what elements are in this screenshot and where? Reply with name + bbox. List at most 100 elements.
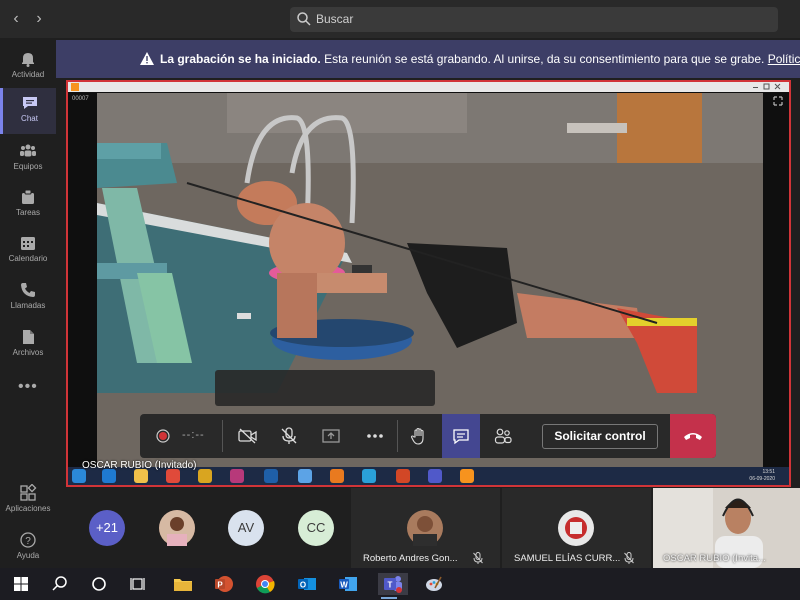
avatar[interactable]: CC: [298, 510, 334, 546]
participant-name: SAMUEL ELÍAS CURR...: [514, 553, 621, 564]
svg-text:P: P: [217, 581, 223, 590]
help-icon: ?: [20, 532, 36, 548]
app-icon: [198, 469, 212, 483]
windows-start-icon[interactable]: [10, 573, 32, 595]
teams-meeting-window: ‹ › Buscar Actividad Chat Equipos Tareas…: [0, 0, 800, 600]
chat-icon: [22, 97, 37, 109]
clock-time: 13:51: [762, 469, 775, 475]
player-icon: [460, 469, 474, 483]
mic-off-icon: [624, 552, 634, 564]
rail-label: Archivos: [12, 348, 44, 357]
search-input[interactable]: Buscar: [290, 7, 778, 32]
rail-item-actividad[interactable]: Actividad: [0, 44, 56, 90]
rail-item-calendario[interactable]: Calendario: [0, 228, 56, 274]
cortana-icon[interactable]: [88, 573, 110, 595]
more-apps-button[interactable]: •••: [18, 378, 38, 396]
teams-icon: [20, 144, 36, 157]
more-participants-button[interactable]: +21: [89, 510, 125, 546]
avatar: [558, 510, 594, 546]
recording-indicator: [144, 414, 182, 458]
rail-label: Ayuda: [16, 551, 40, 560]
participant-name: OSCAR RUBIO (Invita...: [663, 553, 766, 564]
outlook-icon[interactable]: O: [296, 573, 318, 595]
rail-item-llamadas[interactable]: Llamadas: [0, 275, 56, 321]
search-icon: [297, 12, 311, 26]
task-view-icon[interactable]: [128, 573, 150, 595]
word-icon[interactable]: W: [337, 573, 359, 595]
forward-arrow-icon[interactable]: ›: [31, 10, 47, 28]
hang-up-icon: [684, 433, 702, 440]
frame-counter: 00007: [72, 96, 89, 102]
chrome-icon: [166, 469, 180, 483]
participants-strip: +21 AV CC Roberto Andres Gon... SAMUEL E…: [56, 488, 800, 568]
rail-label: Calendario: [8, 254, 48, 263]
avatar[interactable]: [159, 510, 195, 546]
mic-off-icon: [473, 552, 483, 564]
search-placeholder: Buscar: [316, 12, 354, 26]
chat-toggle-button[interactable]: [442, 414, 480, 458]
rail-item-aplicaciones[interactable]: Aplicaciones: [0, 478, 56, 524]
rail-label: Equipos: [13, 162, 43, 171]
warning-icon: [140, 52, 154, 65]
more-icon: [367, 434, 383, 438]
shared-clock: 13:51 06-09-2020: [749, 469, 775, 483]
phone-icon: [21, 283, 35, 297]
folder-icon: [134, 469, 148, 483]
calendar-icon: [21, 237, 35, 250]
rail-label: Tareas: [15, 208, 40, 217]
banner-message: Esta reunión se está grabando. Al unirse…: [324, 52, 765, 66]
participant-tile[interactable]: Roberto Andres Gon...: [351, 488, 500, 568]
powerpoint-icon[interactable]: P: [213, 573, 235, 595]
teams-taskbar-icon: [428, 469, 442, 483]
request-control-button[interactable]: Solicitar control: [542, 424, 658, 449]
privacy-policy-link[interactable]: Política de p: [768, 52, 800, 66]
svg-text:O: O: [300, 581, 306, 590]
camera-button[interactable]: [228, 414, 266, 458]
rail-item-equipos[interactable]: Equipos: [0, 136, 56, 182]
paint-icon[interactable]: [423, 573, 445, 595]
raise-hand-button[interactable]: [400, 414, 438, 458]
teams-taskbar-button[interactable]: T: [378, 573, 408, 599]
rail-item-chat[interactable]: Chat: [0, 88, 56, 134]
rail-item-archivos[interactable]: Archivos: [0, 322, 56, 368]
file-explorer-icon[interactable]: [172, 573, 194, 595]
shared-window-titlebar: [68, 82, 789, 92]
back-arrow-icon[interactable]: ‹: [8, 10, 24, 28]
search-icon[interactable]: [49, 573, 71, 595]
ie-icon: [102, 469, 116, 483]
exercise-video: [97, 93, 763, 467]
expand-icon[interactable]: [773, 96, 783, 106]
mic-button[interactable]: [270, 414, 308, 458]
avatar[interactable]: AV: [228, 510, 264, 546]
top-bar: ‹ › Buscar: [0, 0, 800, 38]
recording-banner: La grabación se ha iniciado. Esta reunió…: [56, 40, 800, 78]
active-indicator: [381, 597, 397, 599]
presenter-name: OSCAR RUBIO (Invitado): [82, 460, 197, 471]
participant-tile[interactable]: SAMUEL ELÍAS CURR...: [502, 488, 651, 568]
hang-up-button[interactable]: [670, 414, 716, 458]
participants-button[interactable]: [484, 414, 522, 458]
more-actions-button[interactable]: [356, 414, 394, 458]
rail-item-tareas[interactable]: Tareas: [0, 182, 56, 228]
app-rail: Actividad Chat Equipos Tareas Calendario…: [0, 38, 56, 568]
rail-label: Aplicaciones: [5, 504, 51, 513]
hand-icon: [410, 427, 424, 445]
share-button[interactable]: [312, 414, 350, 458]
rail-label: Chat: [21, 114, 38, 123]
participant-photo: [159, 510, 195, 546]
app-icon: [230, 469, 244, 483]
hp-icon: [264, 469, 278, 483]
participant-video-tile[interactable]: OSCAR RUBIO (Invita...: [653, 488, 800, 568]
chrome-icon[interactable]: [254, 573, 276, 595]
app-icon: [330, 469, 344, 483]
avatar: [407, 510, 443, 546]
rail-item-ayuda[interactable]: ? Ayuda: [0, 525, 56, 571]
window-controls-icon: [753, 83, 781, 90]
edge-icon: [362, 469, 376, 483]
rail-label: Actividad: [11, 70, 45, 79]
divider: [397, 420, 398, 452]
player-icon: [71, 83, 79, 91]
participant-name: Roberto Andres Gon...: [363, 553, 458, 564]
caption-overlay: [215, 370, 435, 406]
tasks-icon: [22, 189, 34, 204]
